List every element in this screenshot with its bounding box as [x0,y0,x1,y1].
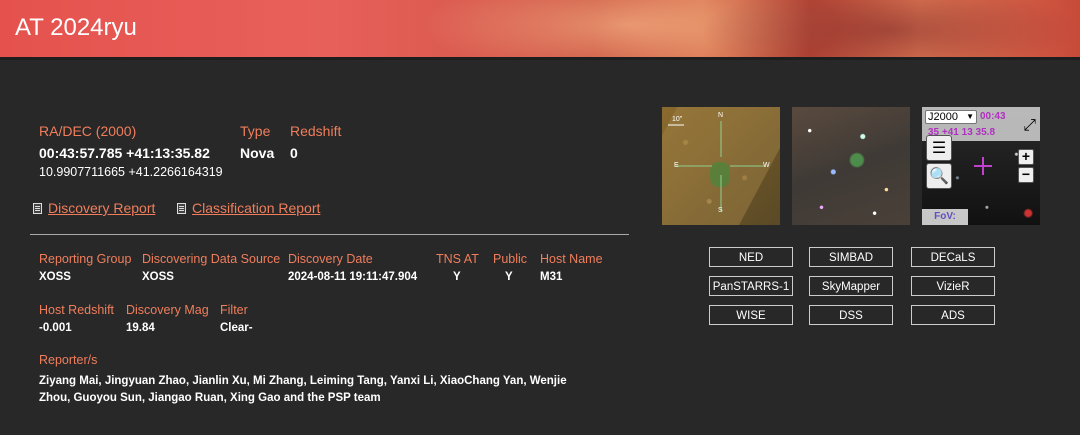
host-redshift-value: -0.001 [39,322,72,334]
skymapper-button[interactable]: SkyMapper [809,276,893,296]
radec-value: 00:43:57.785 +41:13:35.82 [39,145,210,161]
type-value: Nova [240,145,275,161]
finder-scale-label: 10" [672,116,683,123]
finder-chart-image[interactable]: 10" N S E W [662,107,780,225]
ned-button[interactable]: NED [709,247,793,267]
public-value: Y [505,271,513,283]
host-name-label: Host Name [540,252,603,266]
simbad-button[interactable]: SIMBAD [809,247,893,267]
discovery-date-label: Discovery Date [288,252,373,266]
color-sky-image[interactable] [792,107,910,225]
zoom-out-button[interactable]: − [1018,167,1034,183]
reporters-value: Ziyang Mai, Jingyuan Zhao, Jianlin Xu, M… [39,375,567,404]
type-label: Type [240,123,271,139]
reporting-group-value: XOSS [39,271,71,283]
discovery-report-link[interactable]: Discovery Report [33,200,155,216]
aladin-viewer[interactable]: J2000 ▼ 00:43 35 +41 13 35.8 ⤢ ☰ 🔍 + − F… [922,107,1040,225]
host-name-value: M31 [540,271,563,283]
classification-report-label: Classification Report [192,200,321,216]
finder-east: E [674,162,679,169]
chevron-down-icon: ▼ [966,112,974,121]
aladin-coord-ra: 00:43 [980,111,1006,122]
filter-value: Clear- [220,322,253,334]
frame-select[interactable]: J2000 ▼ [925,110,977,124]
layers-button[interactable]: ☰ [926,135,952,161]
tns-at-label: TNS AT [436,252,479,266]
decals-button[interactable]: DECaLS [911,247,995,267]
redshift-value: 0 [290,145,298,161]
page-title: AT 2024ryu [15,14,137,41]
classification-report-link[interactable]: Classification Report [177,200,320,216]
layers-icon: ☰ [931,140,947,157]
nebula-texture-dark [700,0,1080,57]
header-divider [0,57,1080,60]
filter-label: Filter [220,303,248,317]
dss-button[interactable]: DSS [809,305,893,325]
tns-at-value: Y [453,271,461,283]
finder-north: N [718,112,724,119]
discovery-mag-value: 19.84 [126,322,155,334]
target-crosshair [974,157,992,175]
wise-button[interactable]: WISE [709,305,793,325]
radec-label: RA/DEC (2000) [39,123,137,139]
header-banner: AT 2024ryu [0,0,1080,57]
fullscreen-icon[interactable]: ⤢ [1023,117,1036,135]
search-icon: 🔍 [929,168,949,185]
radec-degrees: 10.9907711665 +41.2266164319 [39,165,223,179]
data-source-value: XOSS [142,271,174,283]
public-label: Public [493,252,528,266]
panstarrs-button[interactable]: PanSTARRS-1 [709,276,793,296]
frame-select-value: J2000 [928,111,958,123]
reporters-label: Reporter/s [39,353,98,367]
data-source-label: Discovering Data Source [142,252,281,266]
document-icon [177,202,186,214]
redshift-label: Redshift [290,123,342,139]
section-divider [30,234,629,235]
vizier-button[interactable]: VizieR [911,276,995,296]
reporting-group-label: Reporting Group [39,252,132,266]
discovery-date-value: 2024-08-11 19:11:47.904 [288,271,418,283]
document-icon [33,202,42,214]
discovery-mag-label: Discovery Mag [126,303,209,317]
discovery-report-label: Discovery Report [48,200,156,216]
finder-west: W [763,162,770,169]
search-button[interactable]: 🔍 [926,163,952,189]
host-redshift-label: Host Redshift [39,303,115,317]
fov-indicator: FoV: 4.82' [922,209,968,225]
finder-south: S [718,207,723,214]
ads-button[interactable]: ADS [911,305,995,325]
zoom-in-button[interactable]: + [1018,149,1034,165]
